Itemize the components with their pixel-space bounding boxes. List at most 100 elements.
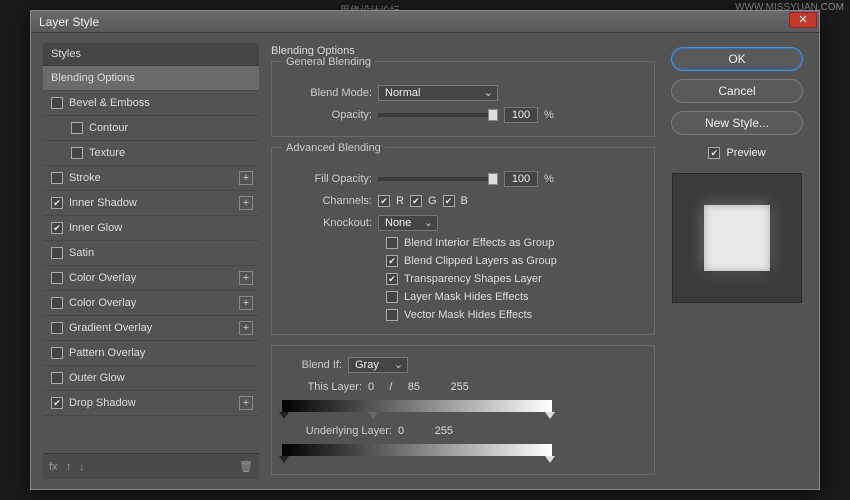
- style-checkbox[interactable]: [71, 147, 83, 159]
- advanced-title: Advanced Blending: [282, 142, 385, 154]
- style-row-pattern-overlay[interactable]: Pattern Overlay: [43, 341, 259, 366]
- channel-b-label: B: [461, 195, 468, 207]
- option-checkbox[interactable]: [386, 291, 398, 303]
- this-layer-track[interactable]: [282, 400, 552, 412]
- style-row-inner-shadow[interactable]: Inner Shadow +: [43, 191, 259, 216]
- advanced-blending-group: Advanced Blending Fill Opacity: 100 % Ch…: [271, 147, 655, 335]
- trash-icon[interactable]: 🗑: [239, 460, 253, 473]
- style-checkbox[interactable]: [51, 172, 63, 184]
- style-row-inner-glow[interactable]: Inner Glow: [43, 216, 259, 241]
- new-style-button[interactable]: New Style...: [671, 111, 803, 135]
- preview-label: Preview: [726, 147, 765, 159]
- general-title: General Blending: [282, 56, 375, 68]
- opacity-field[interactable]: 100: [504, 107, 538, 123]
- style-label: Contour: [89, 122, 128, 134]
- cancel-button[interactable]: Cancel: [671, 79, 803, 103]
- options-panel: Blending Options General Blending Blend …: [271, 43, 655, 479]
- style-row-outer-glow[interactable]: Outer Glow: [43, 366, 259, 391]
- blend-mode-select[interactable]: Normal: [378, 85, 498, 101]
- blendif-label: Blend If:: [282, 359, 342, 371]
- style-checkbox[interactable]: [71, 122, 83, 134]
- ok-button[interactable]: OK: [671, 47, 803, 71]
- add-effect-icon[interactable]: +: [239, 196, 253, 210]
- blendif-select[interactable]: Gray: [348, 357, 408, 373]
- option-label: Blend Clipped Layers as Group: [404, 255, 557, 267]
- fill-opacity-field[interactable]: 100: [504, 171, 538, 187]
- close-button[interactable]: ✕: [789, 12, 817, 28]
- channel-g-label: G: [428, 195, 437, 207]
- style-row-bevel-emboss[interactable]: Bevel & Emboss: [43, 91, 259, 116]
- option-checkbox[interactable]: [386, 255, 398, 267]
- style-label: Satin: [69, 247, 94, 259]
- style-label: Drop Shadow: [69, 397, 136, 409]
- option-checkbox[interactable]: [386, 237, 398, 249]
- style-checkbox[interactable]: [51, 272, 63, 284]
- style-checkbox[interactable]: [51, 297, 63, 309]
- arrow-up-icon[interactable]: ↑: [66, 461, 72, 473]
- underlying-values: 0 255: [398, 425, 453, 437]
- style-label: Color Overlay: [69, 272, 136, 284]
- blendif-group: Blend If: Gray This Layer: 0 / 85 255 Un…: [271, 345, 655, 475]
- style-label: Texture: [89, 147, 125, 159]
- option-checkbox[interactable]: [386, 309, 398, 321]
- preview-checkbox[interactable]: [708, 147, 720, 159]
- opacity-pct: %: [544, 109, 554, 121]
- titlebar[interactable]: Layer Style ✕: [31, 11, 819, 33]
- option-checkbox[interactable]: [386, 273, 398, 285]
- style-label: Outer Glow: [69, 372, 125, 384]
- style-checkbox[interactable]: [51, 197, 63, 209]
- style-label: Inner Glow: [69, 222, 122, 234]
- fill-opacity-slider[interactable]: [378, 177, 498, 181]
- fill-opacity-pct: %: [544, 173, 554, 185]
- option-label: Layer Mask Hides Effects: [404, 291, 529, 303]
- add-effect-icon[interactable]: +: [239, 271, 253, 285]
- style-checkbox[interactable]: [51, 247, 63, 259]
- channels-label: Channels:: [282, 195, 372, 207]
- opacity-label: Opacity:: [282, 109, 372, 121]
- add-effect-icon[interactable]: +: [239, 396, 253, 410]
- option-label: Vector Mask Hides Effects: [404, 309, 532, 321]
- preview-swatch: [704, 205, 770, 271]
- style-row-gradient-overlay[interactable]: Gradient Overlay+: [43, 316, 259, 341]
- style-row-color-overlay[interactable]: Color Overlay +: [43, 266, 259, 291]
- add-effect-icon[interactable]: +: [239, 171, 253, 185]
- style-label: Blending Options: [51, 72, 135, 84]
- option-label: Transparency Shapes Layer: [404, 273, 542, 285]
- knockout-label: Knockout:: [282, 217, 372, 229]
- styles-footer: fx ↑ ↓ 🗑: [43, 453, 259, 479]
- channel-g-checkbox[interactable]: [410, 195, 422, 207]
- style-row-stroke[interactable]: Stroke +: [43, 166, 259, 191]
- style-row-color-overlay[interactable]: Color Overlay+: [43, 291, 259, 316]
- style-checkbox[interactable]: [51, 222, 63, 234]
- knockout-select[interactable]: None: [378, 215, 438, 231]
- add-effect-icon[interactable]: +: [239, 321, 253, 335]
- style-checkbox[interactable]: [51, 397, 63, 409]
- style-row-texture[interactable]: Texture: [43, 141, 259, 166]
- channel-r-checkbox[interactable]: [378, 195, 390, 207]
- style-label: Inner Shadow: [69, 197, 137, 209]
- this-layer-label: This Layer:: [282, 381, 362, 393]
- channel-b-checkbox[interactable]: [443, 195, 455, 207]
- layer-style-dialog: Layer Style ✕ Styles Blending Options Bev…: [30, 10, 820, 490]
- right-panel: OK Cancel New Style... Preview: [667, 43, 807, 479]
- opacity-slider[interactable]: [378, 113, 498, 117]
- style-checkbox[interactable]: [51, 322, 63, 334]
- add-effect-icon[interactable]: +: [239, 296, 253, 310]
- style-row-contour[interactable]: Contour: [43, 116, 259, 141]
- style-row-blending-options[interactable]: Blending Options: [43, 66, 259, 91]
- style-label: Stroke: [69, 172, 101, 184]
- style-checkbox[interactable]: [51, 97, 63, 109]
- styles-panel: Styles Blending Options Bevel & Emboss Con…: [43, 43, 259, 479]
- underlying-track[interactable]: [282, 444, 552, 456]
- fx-icon[interactable]: fx: [49, 461, 58, 473]
- styles-header: Styles: [43, 43, 259, 66]
- style-row-satin[interactable]: Satin: [43, 241, 259, 266]
- style-checkbox[interactable]: [51, 347, 63, 359]
- channel-r-label: R: [396, 195, 404, 207]
- arrow-down-icon[interactable]: ↓: [79, 461, 85, 473]
- preview-box: [672, 173, 802, 303]
- style-checkbox[interactable]: [51, 372, 63, 384]
- general-blending-group: General Blending Blend Mode: Normal Opac…: [271, 61, 655, 137]
- style-row-drop-shadow[interactable]: Drop Shadow +: [43, 391, 259, 416]
- blend-mode-label: Blend Mode:: [282, 87, 372, 99]
